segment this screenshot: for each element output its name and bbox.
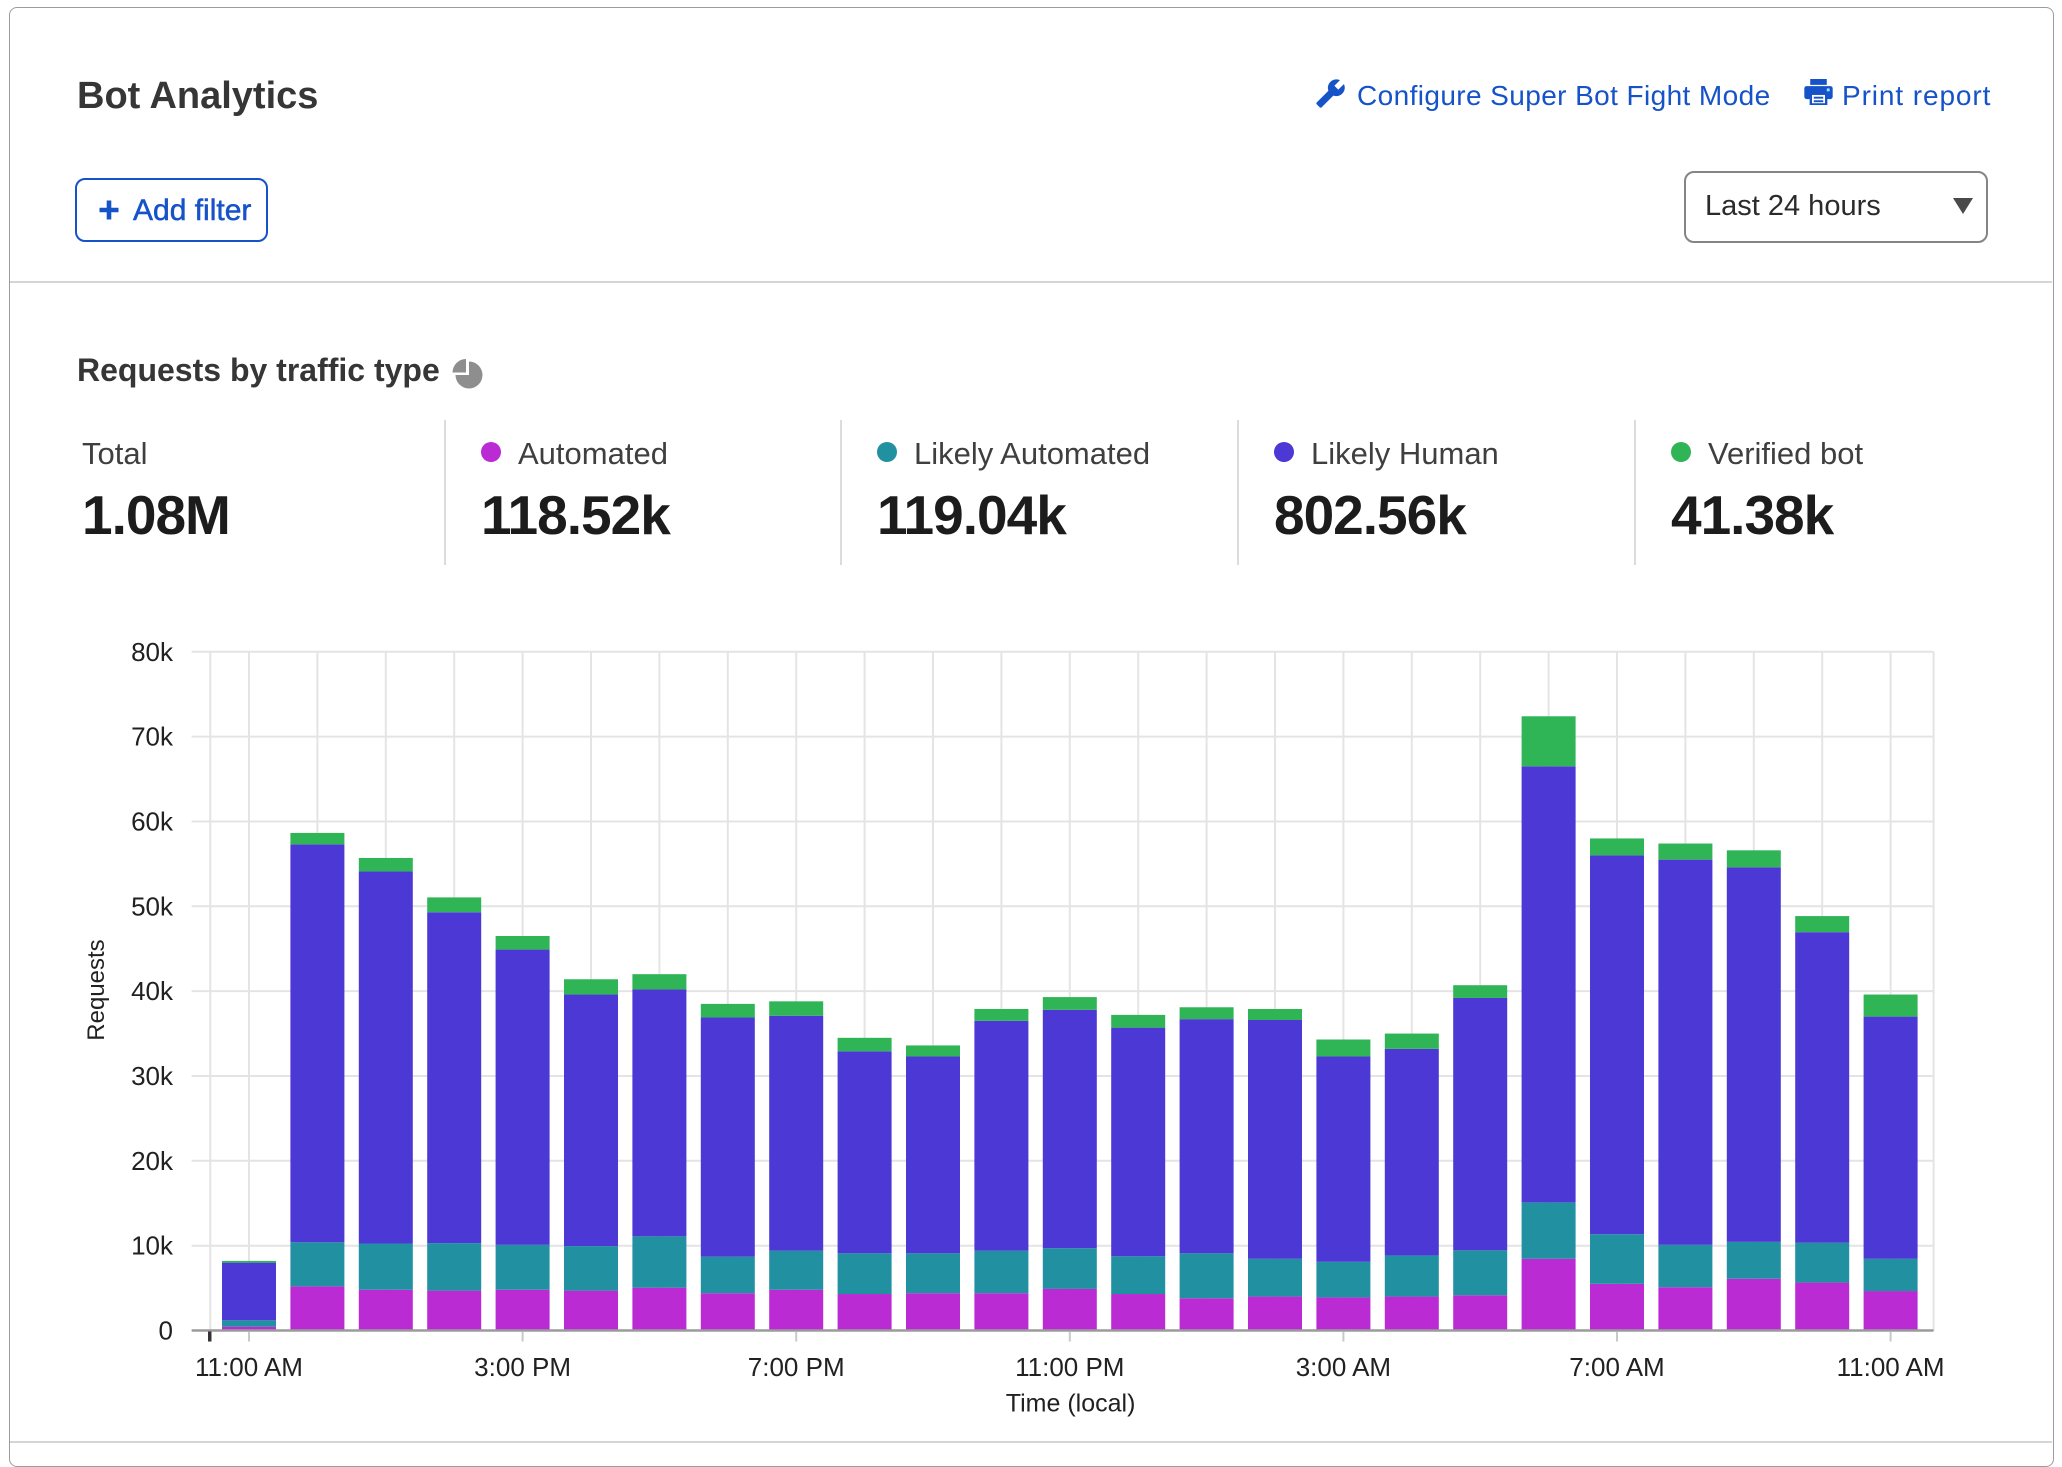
svg-text:11:00 PM: 11:00 PM bbox=[1015, 1352, 1124, 1382]
svg-text:3:00 PM: 3:00 PM bbox=[474, 1352, 571, 1382]
svg-text:40k: 40k bbox=[131, 976, 174, 1006]
svg-text:20k: 20k bbox=[131, 1146, 174, 1176]
svg-text:10k: 10k bbox=[131, 1231, 174, 1261]
svg-text:70k: 70k bbox=[131, 722, 174, 752]
svg-text:30k: 30k bbox=[131, 1061, 174, 1091]
svg-text:7:00 PM: 7:00 PM bbox=[748, 1352, 845, 1382]
svg-text:60k: 60k bbox=[131, 807, 174, 837]
svg-text:3:00 AM: 3:00 AM bbox=[1296, 1352, 1391, 1382]
svg-text:80k: 80k bbox=[131, 637, 174, 667]
svg-text:7:00 AM: 7:00 AM bbox=[1569, 1352, 1664, 1382]
svg-text:11:00 AM: 11:00 AM bbox=[195, 1352, 303, 1382]
svg-text:Requests: Requests bbox=[83, 939, 110, 1040]
svg-text:50k: 50k bbox=[131, 891, 174, 921]
svg-text:0: 0 bbox=[159, 1316, 173, 1346]
svg-text:Time (local): Time (local) bbox=[1006, 1389, 1136, 1417]
svg-text:11:00 AM: 11:00 AM bbox=[1837, 1352, 1945, 1382]
